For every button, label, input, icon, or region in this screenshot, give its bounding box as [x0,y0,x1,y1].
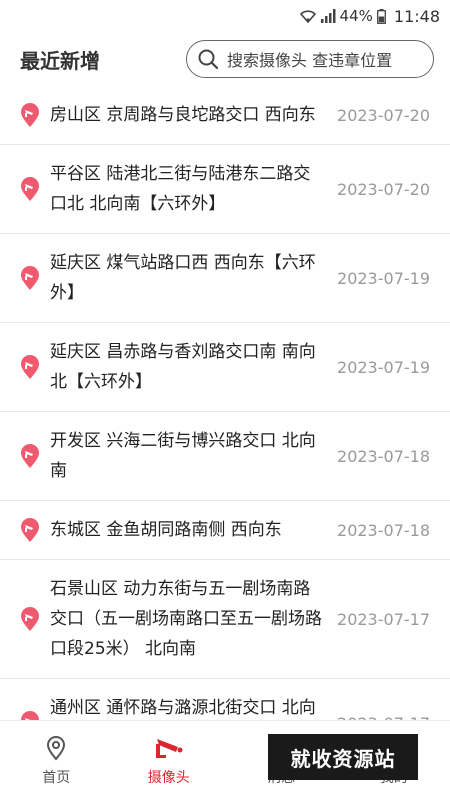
camera-list-item[interactable]: 开发区 兴海二街与博兴路交口 北向南 2023-07-18 [0,412,450,501]
page-title: 最近新增 [20,48,100,73]
signal-icon [320,9,336,23]
status-time: 11:48 [393,6,440,26]
camera-pin-icon [18,443,42,469]
search-input[interactable]: 搜索摄像头 查违章位置 [186,40,434,78]
camera-list-item[interactable]: 平谷区 陆港北三街与陆港东二路交口北 北向南【六环外】 2023-07-20 [0,145,450,234]
tab-camera[interactable]: 摄像头 [113,721,226,800]
camera-added-date: 2023-07-18 [337,520,430,540]
location-pin-icon [47,735,66,761]
status-bar: 44% 11:48 [0,0,450,32]
camera-pin-icon [18,710,42,720]
header: 最近新增 搜索摄像头 查违章位置 [0,32,450,86]
camera-location-title: 平谷区 陆港北三街与陆港东二路交口北 北向南【六环外】 [50,164,311,214]
camera-list-item[interactable]: 延庆区 煤气站路口西 西向东【六环外】 2023-07-19 [0,234,450,323]
camera-list: 房山区 京周路与良坨路交口 西向东 2023-07-20 平谷区 陆港北三街与陆港东… [0,86,450,720]
battery-percent: 44% [339,7,373,25]
camera-added-date: 2023-07-20 [337,179,430,199]
camera-added-date: 2023-07-19 [337,268,430,288]
tab-label-home: 首页 [42,769,71,786]
camera-location-title: 房山区 京周路与良坨路交口 西向东 [50,105,316,125]
search-placeholder: 搜索摄像头 查违章位置 [227,51,393,70]
search-icon [198,49,219,70]
camera-added-date: 2023-07-19 [337,357,430,377]
camera-icon [155,738,183,758]
camera-list-item[interactable]: 房山区 京周路与良坨路交口 西向东 2023-07-20 [0,86,450,145]
tab-label-camera: 摄像头 [147,769,190,786]
camera-added-date: 2023-07-17 [337,609,430,629]
camera-location-title: 延庆区 昌赤路与香刘路交口南 南向北【六环外】 [50,342,316,392]
camera-pin-icon [18,517,42,543]
wifi-icon [299,10,316,23]
camera-location-title: 开发区 兴海二街与博兴路交口 北向南 [50,431,316,481]
camera-location-title: 石景山区 动力东街与五一剧场南路交口（五一剧场南路口至五一剧场路口段25米） 北… [50,579,322,659]
camera-list-item[interactable]: 东城区 金鱼胡同路南侧 西向东 2023-07-18 [0,501,450,560]
camera-pin-icon [18,176,42,202]
camera-pin-icon [18,265,42,291]
camera-pin-icon [18,606,42,632]
camera-pin-icon [18,102,42,128]
camera-list-item[interactable]: 石景山区 动力东街与五一剧场南路交口（五一剧场南路口至五一剧场路口段25米） 北… [0,560,450,679]
camera-location-title: 通州区 通怀路与潞源北街交口 北向南 [50,698,316,718]
watermark: 就收资源站 [268,734,418,780]
camera-pin-icon [18,354,42,380]
battery-icon [376,8,386,24]
camera-location-title: 东城区 金鱼胡同路南侧 西向东 [50,520,282,540]
camera-added-date: 2023-07-20 [337,105,430,125]
camera-list-item[interactable]: 通州区 通怀路与潞源北街交口 北向南2023-07-17 [0,679,450,720]
camera-list-item[interactable]: 延庆区 昌赤路与香刘路交口南 南向北【六环外】 2023-07-19 [0,323,450,412]
camera-location-title: 延庆区 煤气站路口西 西向东【六环外】 [50,253,316,303]
tab-home[interactable]: 首页 [0,721,113,800]
camera-added-date: 2023-07-18 [337,446,430,466]
